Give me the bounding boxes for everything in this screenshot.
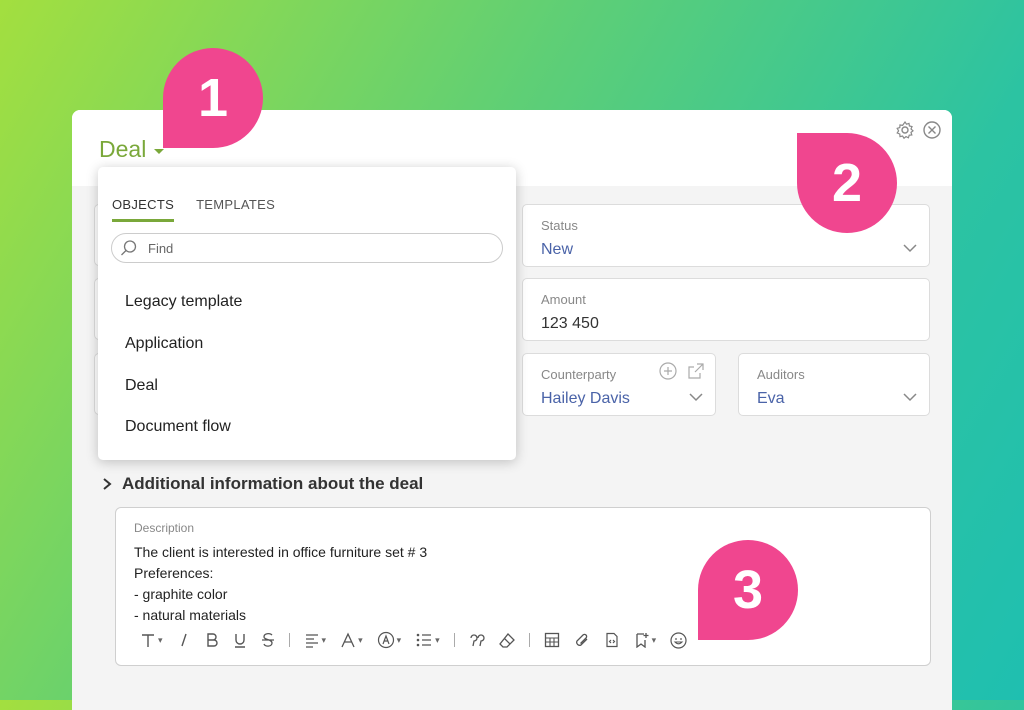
search-box — [111, 233, 503, 263]
dropdown-tabs: OBJECTS TEMPLATES — [112, 197, 275, 222]
bookmark-icon[interactable]: ▾ — [634, 632, 656, 648]
italic-icon[interactable] — [177, 632, 191, 648]
caret-down-icon — [154, 148, 165, 154]
toolbar-divider — [453, 633, 455, 647]
table-icon[interactable] — [544, 632, 560, 648]
external-link-icon[interactable] — [687, 362, 705, 380]
counterparty-value: Hailey Davis — [541, 390, 630, 407]
counterparty-field[interactable]: Counterparty Hailey Davis — [522, 353, 716, 416]
description-label: Description — [134, 521, 195, 535]
callout-badge-2: 2 — [797, 133, 897, 233]
toolbar-divider — [528, 633, 530, 647]
list-item[interactable]: Legacy template — [125, 293, 242, 311]
tab-objects[interactable]: OBJECTS — [112, 197, 175, 222]
amount-field[interactable]: Amount 123 450 — [522, 278, 930, 341]
text-style-icon[interactable]: ▾ — [140, 632, 163, 648]
description-line: - natural materials — [134, 607, 247, 623]
list-item[interactable]: Application — [125, 335, 203, 353]
status-value: New — [541, 241, 574, 258]
section-title: Additional information about the deal — [122, 474, 424, 493]
callout-badge-1: 1 — [163, 48, 263, 148]
auditors-label: Auditors — [757, 367, 805, 382]
eraser-icon[interactable] — [498, 632, 515, 648]
underline-icon[interactable] — [233, 632, 247, 648]
attach-icon[interactable] — [574, 632, 590, 648]
chevron-down-icon[interactable] — [903, 243, 917, 253]
chevron-down-icon[interactable] — [689, 392, 703, 402]
description-line: - graphite color — [134, 586, 228, 602]
add-circle-icon[interactable] — [659, 362, 677, 380]
object-type-selector[interactable]: Deal — [99, 136, 165, 163]
tab-templates[interactable]: TEMPLATES — [196, 197, 275, 222]
additional-info-section-toggle[interactable]: Additional information about the deal — [102, 474, 423, 494]
object-type-dropdown: OBJECTS TEMPLATES Legacy template Applic… — [98, 167, 516, 460]
align-icon[interactable]: ▾ — [304, 632, 326, 648]
chevron-right-icon — [103, 478, 112, 490]
amount-label: Amount — [541, 292, 586, 307]
description-line: The client is interested in office furni… — [134, 544, 428, 560]
list-icon[interactable]: ▾ — [415, 632, 440, 648]
auditors-field[interactable]: Auditors Eva — [738, 353, 930, 416]
chevron-down-icon[interactable] — [903, 392, 917, 402]
gear-icon[interactable] — [895, 120, 915, 140]
emoji-icon[interactable] — [670, 631, 687, 649]
search-icon — [121, 240, 137, 256]
description-text[interactable]: The client is interested in office furni… — [134, 542, 427, 626]
bold-icon[interactable] — [205, 632, 219, 648]
search-input[interactable] — [146, 239, 490, 257]
highlight-icon[interactable]: ▾ — [377, 631, 401, 649]
list-item[interactable]: Deal — [125, 377, 158, 395]
counterparty-label: Counterparty — [541, 367, 617, 382]
description-line: Preferences: — [134, 565, 214, 581]
list-item[interactable]: Document flow — [125, 418, 231, 436]
status-label: Status — [541, 218, 578, 233]
code-icon[interactable] — [604, 632, 620, 648]
strikethrough-icon[interactable] — [261, 632, 275, 648]
toolbar-divider — [288, 633, 290, 647]
auditors-value: Eva — [757, 390, 785, 407]
callout-badge-3: 3 — [698, 540, 798, 640]
font-color-icon[interactable]: ▾ — [340, 632, 363, 648]
quote-icon[interactable] — [469, 632, 485, 648]
page-title: Deal — [99, 136, 147, 162]
editor-toolbar: ▾ ▾ ▾ ▾ ▾ ▾ — [140, 631, 687, 649]
description-editor[interactable]: Description The client is interested in … — [115, 507, 931, 666]
close-circle-icon[interactable] — [922, 120, 942, 140]
amount-value: 123 450 — [541, 315, 599, 332]
